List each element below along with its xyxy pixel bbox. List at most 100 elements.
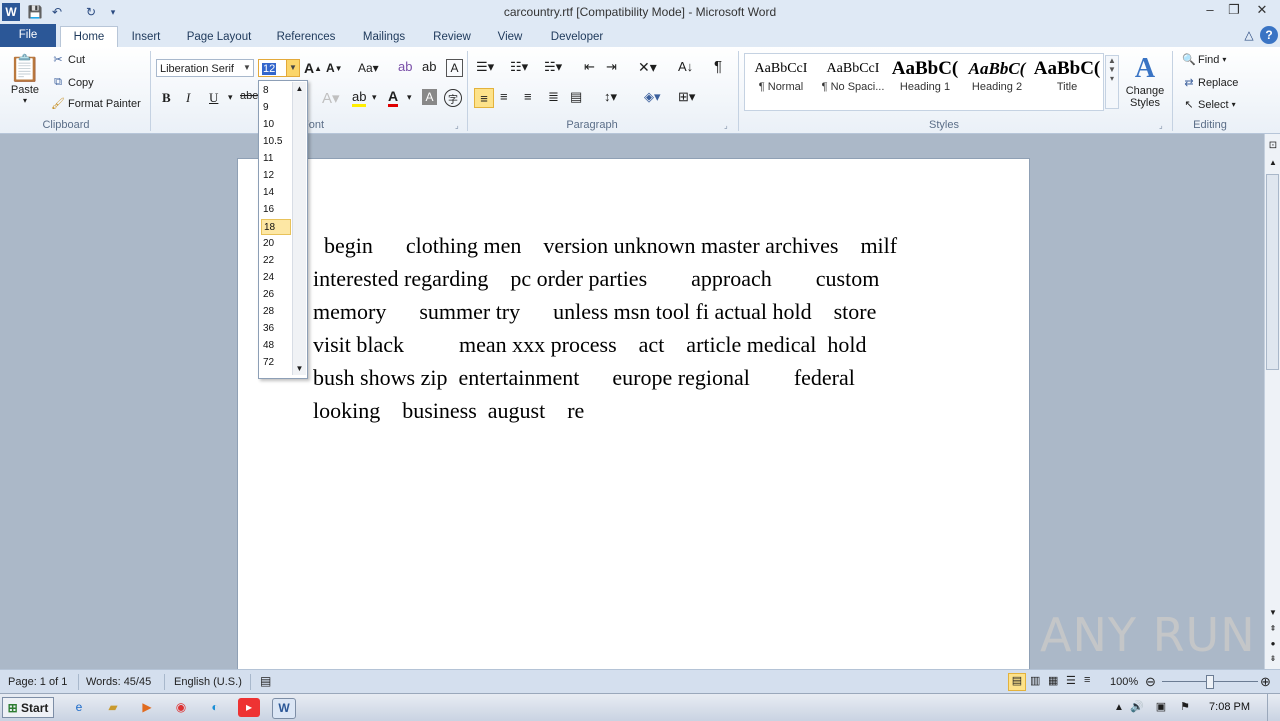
clock[interactable]: 7:08 PM [1209, 701, 1250, 713]
document-line[interactable]: looking business august re [313, 398, 584, 424]
document-line[interactable]: interested regarding pc order parties ap… [313, 266, 879, 292]
phonetic-guide-icon[interactable]: ab [422, 59, 436, 74]
sort-icon[interactable]: A↓ [678, 59, 693, 74]
align-center-icon[interactable]: ≡ [500, 89, 508, 104]
select-button[interactable]: ↖ Select ▾ [1180, 98, 1235, 112]
view-ruler-icon[interactable]: ⊡ [1267, 140, 1279, 154]
highlight-dropdown-icon[interactable]: ▾ [372, 92, 377, 103]
borders-icon[interactable]: ⊞▾ [678, 89, 695, 105]
media-player-icon[interactable]: ▶ [136, 698, 158, 717]
change-styles-button[interactable]: A Change Styles [1122, 53, 1168, 109]
full-screen-reading-icon[interactable]: ▥ [1030, 674, 1040, 687]
shrink-font-icon[interactable]: A ▼ [326, 61, 343, 75]
numbering-icon[interactable]: ☷▾ [510, 59, 528, 75]
vertical-scrollbar[interactable]: ⊡ ▲ ▼ ⇞ ● ⇟ [1264, 134, 1280, 669]
page-count[interactable]: Page: 1 of 1 [8, 676, 67, 688]
anyrun-icon[interactable]: ▸ [238, 698, 260, 717]
font-size-option[interactable]: 16 [261, 202, 293, 218]
browse-object-icon[interactable]: ● [1268, 639, 1278, 649]
font-size-option[interactable]: 28 [261, 304, 293, 320]
scroll-thumb[interactable] [1266, 174, 1279, 370]
distributed-icon[interactable]: ▤ [570, 89, 582, 105]
style-heading-2[interactable]: AaBbC( Heading 2 [962, 55, 1032, 107]
outline-icon[interactable]: ☰ [1066, 674, 1076, 687]
character-shading-icon[interactable]: A [422, 89, 437, 105]
styles-dialog-launcher-icon[interactable]: ⌟ [1159, 121, 1163, 130]
font-size-option-highlighted[interactable]: 18 [261, 219, 291, 235]
more-icon[interactable]: ▾ [1110, 74, 1114, 83]
highlight-icon[interactable]: ab [352, 89, 367, 107]
styles-scroll[interactable]: ▲ ▼ ▾ [1105, 55, 1119, 109]
find-button[interactable]: 🔍 Find ▾ [1180, 53, 1226, 67]
chevron-down-icon[interactable]: ▼ [293, 364, 306, 373]
style-heading-1[interactable]: AaBbC( Heading 1 [890, 55, 960, 107]
tab-file[interactable]: File [0, 24, 56, 47]
decrease-indent-icon[interactable]: ⇤ [584, 59, 595, 75]
web-layout-icon[interactable]: ▦ [1048, 674, 1058, 687]
character-border-icon[interactable]: A [446, 59, 463, 77]
style-no-spacing[interactable]: AaBbCcI ¶ No Spaci... [818, 55, 888, 107]
font-size-option[interactable]: 48 [261, 338, 293, 354]
volume-icon[interactable]: 🔊 [1126, 698, 1148, 717]
language-indicator[interactable]: English (U.S.) [174, 676, 242, 688]
zoom-in-icon[interactable]: ⊕ [1260, 674, 1271, 690]
ie-icon[interactable]: e [68, 698, 90, 717]
font-family-combo[interactable]: Liberation Serif ▼ [156, 59, 254, 77]
word-taskbar-icon[interactable]: W [272, 698, 296, 719]
font-size-option[interactable]: 8 [261, 83, 293, 99]
underline-dropdown-icon[interactable]: ▾ [228, 92, 233, 103]
network-icon[interactable]: ▣ [1150, 698, 1172, 717]
tab-home[interactable]: Home [60, 26, 118, 48]
maximize-button[interactable]: ❐ [1224, 2, 1244, 20]
font-size-option[interactable]: 10 [261, 117, 293, 133]
previous-page-icon[interactable]: ⇞ [1268, 624, 1278, 634]
increase-indent-icon[interactable]: ⇥ [606, 59, 617, 75]
font-size-option[interactable]: 9 [261, 100, 293, 116]
style-normal[interactable]: AaBbCcI ¶ Normal [746, 55, 816, 107]
font-color-dropdown-icon[interactable]: ▾ [407, 92, 412, 103]
tab-view[interactable]: View [490, 27, 530, 47]
start-button[interactable]: ⊞ Start [2, 697, 54, 718]
chevron-down-icon[interactable]: ▼ [241, 60, 253, 76]
strikethrough-icon[interactable]: abe [240, 90, 258, 102]
font-size-option[interactable]: 24 [261, 270, 293, 286]
show-desktop-button[interactable] [1267, 694, 1280, 721]
copy-button[interactable]: ⧉ Copy [50, 76, 94, 89]
font-size-option[interactable]: 20 [261, 236, 293, 252]
underline-button[interactable]: U [209, 90, 218, 106]
font-size-option[interactable]: 72 [261, 355, 293, 371]
format-painter-button[interactable]: 🖌 Format Painter [50, 97, 141, 111]
replace-button[interactable]: ⇄ Replace [1180, 76, 1238, 90]
document-line[interactable]: memory summer try unless msn tool fi act… [313, 299, 876, 325]
multilevel-list-icon[interactable]: ☵▾ [544, 59, 562, 75]
asian-layout-icon[interactable]: ✕▾ [638, 59, 657, 76]
align-right-icon[interactable]: ≡ [524, 89, 532, 104]
document-line[interactable]: bush shows zip entertainment europe regi… [313, 365, 855, 391]
chrome-icon[interactable]: ◉ [170, 698, 192, 717]
font-color-icon[interactable]: A [388, 88, 399, 107]
word-count[interactable]: Words: 45/45 [86, 676, 151, 688]
chevron-down-icon[interactable]: ▼ [286, 60, 299, 76]
draft-icon[interactable]: ≡ [1084, 674, 1090, 686]
tab-developer[interactable]: Developer [542, 27, 612, 47]
bullets-icon[interactable]: ☰▾ [476, 59, 494, 75]
document-line[interactable]: begin clothing men version unknown maste… [313, 233, 897, 259]
chevron-up-icon[interactable]: ▲ [1108, 56, 1116, 65]
macro-record-icon[interactable]: ▤ [260, 674, 271, 688]
font-size-option[interactable]: 10.5 [261, 134, 293, 150]
font-size-option[interactable]: 12 [261, 168, 293, 184]
font-size-option[interactable]: 11 [261, 151, 293, 167]
text-effects-icon[interactable]: A▾ [322, 89, 340, 107]
grow-font-icon[interactable]: A ▲ [304, 60, 322, 76]
clear-formatting-icon[interactable]: ab [398, 59, 412, 74]
change-case-icon[interactable]: Aa▾ [358, 61, 379, 75]
zoom-slider-thumb[interactable] [1206, 675, 1214, 689]
font-size-option[interactable]: 22 [261, 253, 293, 269]
shading-icon[interactable]: ◈▾ [644, 89, 661, 105]
cut-button[interactable]: ✂ Cut [50, 53, 85, 67]
font-size-combo[interactable]: 12 ▼ [258, 59, 300, 77]
tab-insert[interactable]: Insert [124, 27, 168, 47]
print-layout-icon[interactable]: ▤ [1008, 673, 1026, 691]
tab-review[interactable]: Review [426, 27, 478, 47]
help-icon[interactable]: ? [1260, 26, 1278, 44]
